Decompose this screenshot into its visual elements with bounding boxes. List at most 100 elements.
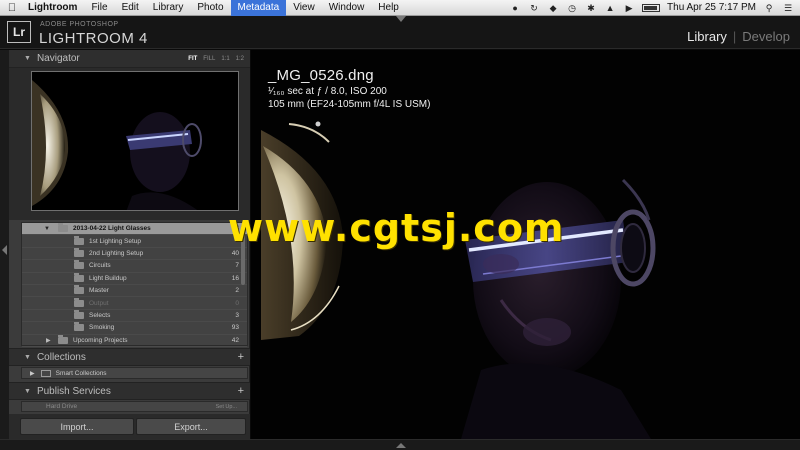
folder-row[interactable]: Output 0 [22,297,247,310]
folder-icon [74,285,84,295]
bluetooth-icon[interactable]: ✱ [585,3,597,13]
folder-icon [74,247,84,257]
battery-icon[interactable] [642,3,661,12]
sync-icon[interactable]: ↻ [528,3,540,13]
dropbox-icon[interactable]: ◆ [547,3,559,13]
menu-edit[interactable]: Edit [115,2,146,13]
collapse-triangle-icon[interactable]: ▼ [24,55,31,62]
menu-library[interactable]: Library [146,2,191,13]
bottom-panel-bar [0,439,800,450]
folder-row[interactable]: 2nd Lighting Setup 40 [22,247,247,261]
menu-photo[interactable]: Photo [190,2,230,13]
folder-icon [74,260,84,270]
folder-row[interactable]: Smoking 93 [22,322,247,335]
left-panel-edge[interactable] [0,50,9,439]
folder-count: 2 [235,287,239,295]
menu-view[interactable]: View [286,2,322,13]
folder-expand-icon[interactable]: ▼ [44,226,50,232]
evernote-icon[interactable]: ● [509,3,521,13]
watermark-text: www.cgtsj.com [228,206,565,250]
smart-collections-label: Smart Collections [55,369,107,377]
zoom-fit[interactable]: FIT [188,56,197,62]
navigator-thumbnail[interactable] [31,71,239,211]
collections-title: Collections [36,351,86,363]
volume-icon[interactable]: ▶ [623,3,635,13]
folder-name: Output [89,299,109,307]
publish-services-header[interactable]: ▼ Publish Services + [9,382,250,400]
photo-exposure: ¹⁄₁₆₀ sec at ƒ / 8.0, ISO 200 [268,86,387,97]
collections-header[interactable]: ▼ Collections + [9,348,250,366]
wifi-icon[interactable]: ▲ [604,3,616,13]
spotlight-icon[interactable]: ⚲ [763,3,775,13]
menu-bar:  Lightroom File Edit Library Photo Meta… [0,0,800,16]
zoom-fill[interactable]: FILL [203,56,215,62]
expand-triangle-icon[interactable]: ▶ [30,370,35,377]
navigator-preview [9,68,250,220]
navigator-title: Navigator [36,53,80,64]
collapse-triangle-icon[interactable]: ▼ [24,388,31,395]
folder-name: Circuits [89,262,111,270]
top-panel-toggle-icon[interactable] [396,16,406,22]
folder-count: 7 [235,262,239,270]
menu-clock[interactable]: Thu Apr 25 7:17 PM [667,2,756,13]
zoom-1-2[interactable]: 1:2 [236,56,244,62]
menu-metadata[interactable]: Metadata [230,0,287,16]
module-develop[interactable]: Develop [742,29,790,44]
notification-center-icon[interactable]: ☰ [782,3,794,13]
photo-info-overlay: _MG_0526.dng ¹⁄₁₆₀ sec at ƒ / 8.0, ISO 2… [268,67,430,110]
folder-row[interactable]: Selects 3 [22,309,247,323]
folder-count: 40 [231,249,239,257]
photo-filename: _MG_0526.dng [268,67,374,84]
folder-row[interactable]: ▶ Upcoming Projects 42 [22,334,247,347]
folder-icon [74,322,84,332]
smart-collections-row[interactable]: ▶ Smart Collections [21,367,248,379]
folder-count: 0 [235,299,239,307]
smart-collection-icon [40,369,51,377]
apple-menu-icon[interactable]:  [0,2,24,14]
menu-file[interactable]: File [84,2,114,13]
left-panel-toggle-icon[interactable] [2,245,7,255]
import-button[interactable]: Import... [20,418,134,435]
folders-panel: ▼ 2013-04-22 Light Glasses 14 1st Lighti… [21,222,248,347]
menu-window[interactable]: Window [322,2,372,13]
add-collection-icon[interactable]: + [238,351,244,363]
export-button[interactable]: Export... [136,418,246,435]
add-publish-service-icon[interactable]: + [238,385,244,397]
folder-row[interactable]: Circuits 7 [22,260,247,273]
collapse-triangle-icon[interactable]: ▼ [24,354,31,361]
module-library[interactable]: Library [687,29,727,44]
menu-app[interactable]: Lightroom [24,2,84,13]
navigator-header[interactable]: ▼ Navigator FIT FILL 1:1 1:2 [9,50,250,68]
folder-name: Selects [89,311,111,319]
folder-row[interactable]: ▼ 2013-04-22 Light Glasses 14 [22,223,247,236]
menu-help[interactable]: Help [371,2,406,13]
folder-row[interactable]: Master 2 [22,285,247,298]
folder-name: Master [89,287,109,295]
navigator-zoom-options: FIT FILL 1:1 1:2 [188,56,244,62]
folder-expand-icon[interactable]: ▶ [46,337,51,344]
import-export-bar: Import... Export... [9,414,250,439]
photo-lens: 105 mm (EF24-105mm f/4L IS USM) [268,99,431,110]
hard-drive-label: Hard Drive [46,403,78,410]
folder-count: 42 [231,336,239,344]
folder-count: 93 [231,324,239,332]
lightroom-logo-icon: Lr [7,21,31,43]
folder-icon [74,297,84,307]
module-separator: | [732,29,737,44]
folder-row[interactable]: 1st Lighting Setup [22,235,247,248]
navigator-thumbnail-image [32,72,238,210]
brand-subtitle: ADOBE PHOTOSHOP [40,21,119,28]
filmstrip-toggle-icon[interactable] [396,443,406,448]
folder-icon [58,334,68,344]
folder-name: Upcoming Projects [73,336,128,344]
hard-drive-service-row[interactable]: Hard Drive Set Up... [21,401,248,412]
brand-title: LIGHTROOM 4 [39,30,148,47]
module-picker: Library | Develop [687,29,790,44]
folder-icon [74,272,84,282]
zoom-1-1[interactable]: 1:1 [221,56,229,62]
left-panel: ▼ Navigator FIT FILL 1:1 1:2 ▼ 2013-04-2… [9,50,250,439]
timemachine-icon[interactable]: ◷ [566,3,578,13]
set-up-link[interactable]: Set Up... [216,404,237,410]
folder-row[interactable]: Light Buildup 16 [22,272,247,285]
folder-name: Smoking [89,324,115,332]
